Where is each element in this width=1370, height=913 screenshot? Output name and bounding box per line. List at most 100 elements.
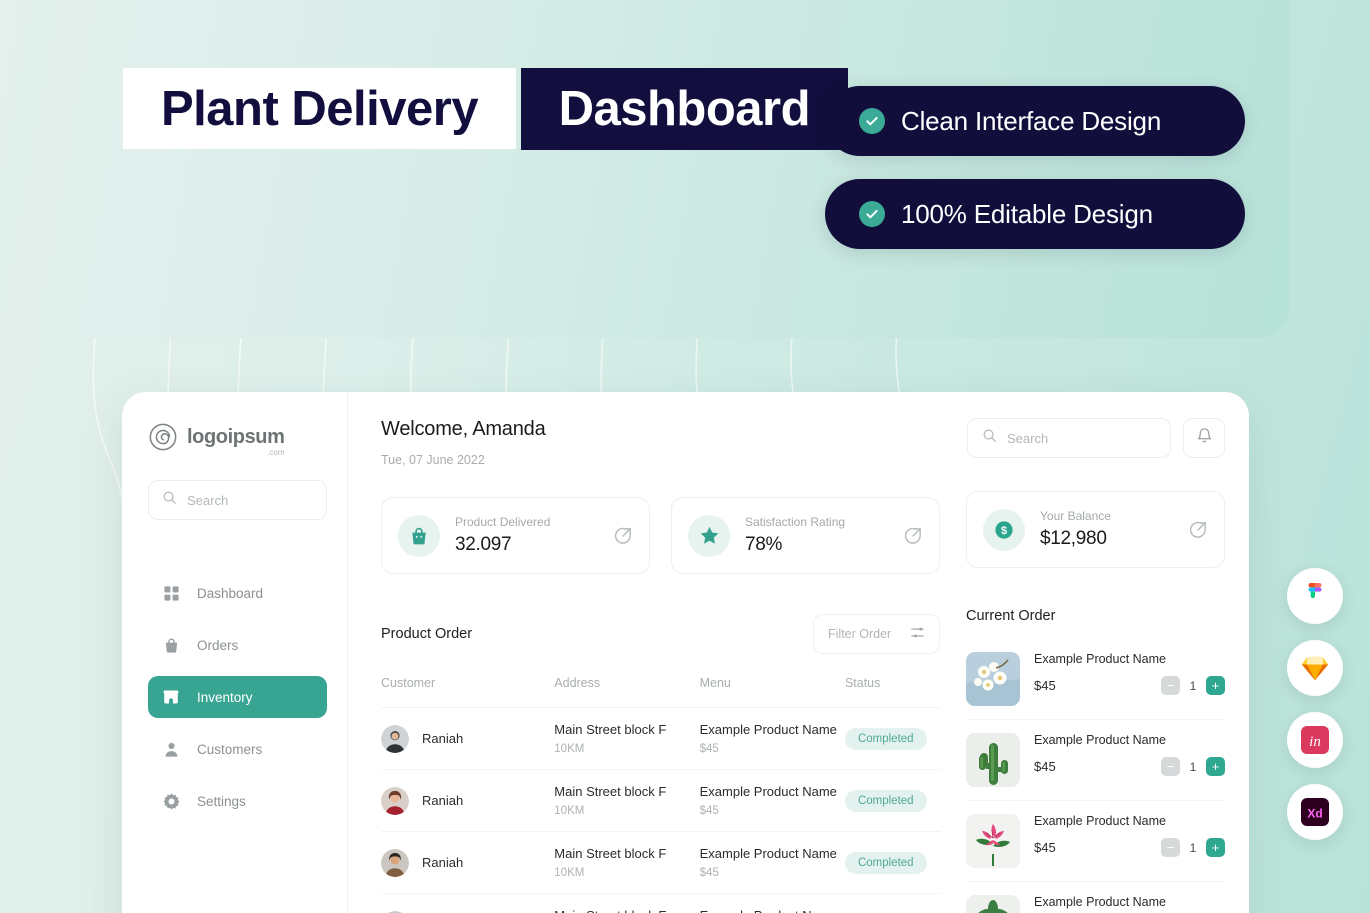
list-item[interactable]: Example Product Name $45 − 1 +: [966, 882, 1225, 913]
store-icon: [162, 688, 180, 706]
check-circle-icon: [859, 201, 885, 227]
sidebar-item-label: Orders: [197, 637, 239, 653]
main-content: Welcome, Amanda Tue, 07 June 2022 Produc…: [348, 392, 1249, 913]
cell-address: Main Street block F 10KM: [554, 769, 700, 832]
sidebar-search-input[interactable]: [187, 492, 313, 508]
price-and-stepper-row: $45 − 1 +: [1034, 838, 1225, 857]
current-order-item-body: Example Product Name $45 − 1 +: [1034, 652, 1225, 706]
header-search[interactable]: [967, 418, 1171, 458]
sidebar-item-inventory[interactable]: Inventory: [148, 676, 327, 718]
cell-customer: Raniah: [381, 893, 555, 913]
invision-icon[interactable]: in: [1287, 712, 1343, 768]
menu-price: $45: [699, 743, 719, 755]
avatar: [381, 786, 409, 815]
column-header-address: Address: [554, 676, 601, 690]
sidebar-item-dashboard[interactable]: Dashboard: [148, 572, 327, 614]
current-order-list: Example Product Name $45 − 1 + Example P…: [966, 639, 1225, 913]
cell-menu: Example Product Name $45: [699, 707, 845, 770]
current-order-item-body: Example Product Name $45 − 1 +: [1034, 733, 1225, 787]
stat-card-value: 32.097: [455, 534, 512, 555]
sidebar-item-label: Settings: [197, 793, 246, 809]
increase-quantity-button[interactable]: +: [1206, 838, 1225, 857]
figma-icon[interactable]: [1287, 568, 1343, 624]
table-row[interactable]: Raniah Main Street block F 10KM Example …: [381, 893, 940, 913]
external-link-arrow-icon[interactable]: [613, 526, 633, 546]
cell-customer: Raniah: [381, 707, 555, 770]
app-logo-text: logoipsum .com: [187, 426, 285, 457]
table-row[interactable]: Raniah Main Street block F 10KM Example …: [381, 769, 940, 832]
decrease-quantity-button[interactable]: −: [1161, 757, 1180, 776]
product-price: $45: [1034, 759, 1056, 774]
increase-quantity-button[interactable]: +: [1206, 676, 1225, 695]
cell-status: Completed: [844, 769, 940, 832]
hero-title-line1-box: Plant Delivery: [123, 68, 517, 150]
product-name: Example Product Name: [1034, 652, 1167, 666]
list-item[interactable]: Example Product Name $45 − 1 +: [966, 801, 1225, 882]
customer-cell: Raniah: [381, 848, 554, 877]
decrease-quantity-button[interactable]: −: [1161, 838, 1180, 857]
header-bar: Welcome, Amanda Tue, 07 June 2022: [381, 418, 940, 467]
design-tool-icons: in Xd: [1287, 568, 1343, 840]
product-thumbnail-cactus: [966, 733, 1020, 787]
external-link-arrow-icon[interactable]: [903, 526, 923, 546]
sketch-icon[interactable]: [1287, 640, 1343, 696]
sidebar: logoipsum .com Dashboard Orders: [122, 392, 348, 913]
product-order-table: Customer Address Menu Status Raniah Main…: [381, 676, 940, 913]
decrease-quantity-button[interactable]: −: [1161, 676, 1180, 695]
cell-menu: Example Product Name $45: [699, 893, 845, 913]
increase-quantity-button[interactable]: +: [1206, 757, 1225, 776]
cell-customer: Raniah: [381, 769, 555, 832]
stat-card-your-balance: $ Your Balance $12,980: [966, 491, 1225, 568]
sidebar-search[interactable]: [148, 480, 327, 520]
filter-order-label: Filter Order: [828, 627, 892, 641]
stat-card-body: Your Balance $12,980: [1040, 509, 1173, 550]
header-search-input[interactable]: [1007, 430, 1156, 446]
sidebar-item-label: Customers: [197, 741, 263, 757]
sidebar-nav: Dashboard Orders Inventory Customers Set…: [148, 572, 327, 822]
hero-feature-badges: Clean Interface Design 100% Editable Des…: [825, 86, 1245, 249]
star-icon: [688, 514, 730, 557]
status-badge: Completed: [844, 789, 927, 812]
quantity-value: 1: [1189, 840, 1197, 855]
stat-card-label: Satisfaction Rating: [745, 515, 846, 529]
cell-address: Main Street block F 10KM: [554, 831, 700, 894]
address-text: Main Street block F: [554, 908, 699, 913]
app-logo-suffix: .com: [267, 447, 285, 457]
stat-card-balance-wrapper: $ Your Balance $12,980: [966, 491, 1225, 568]
product-order-header: Product Order Filter Order: [381, 614, 940, 654]
logoipsum-spiral-icon: [148, 422, 178, 452]
list-item[interactable]: Example Product Name $45 − 1 +: [966, 720, 1225, 801]
product-order-title: Product Order: [381, 626, 473, 642]
table-body: Raniah Main Street block F 10KM Example …: [381, 707, 940, 913]
address-distance: 10KM: [554, 743, 585, 755]
main-left-column: Welcome, Amanda Tue, 07 June 2022 Produc…: [381, 418, 966, 913]
external-link-arrow-icon[interactable]: [1188, 520, 1208, 540]
current-order-item-body: Example Product Name $45 − 1 +: [1034, 895, 1225, 913]
adobe-xd-icon[interactable]: Xd: [1287, 784, 1343, 840]
gear-icon: [162, 792, 180, 810]
dollar-icon: $: [983, 508, 1025, 551]
table-row[interactable]: Raniah Main Street block F 10KM Example …: [381, 831, 940, 894]
quantity-stepper: − 1 +: [1161, 757, 1225, 776]
address-text: Main Street block F: [554, 846, 667, 861]
filter-order-button[interactable]: Filter Order: [813, 614, 940, 654]
menu-name: Example Product Name: [700, 908, 845, 913]
sidebar-item-settings[interactable]: Settings: [148, 780, 327, 822]
search-icon: [162, 490, 177, 510]
price-and-stepper-row: $45 − 1 +: [1034, 757, 1225, 776]
menu-price: $45: [699, 867, 719, 879]
table-row[interactable]: Raniah Main Street block F 10KM Example …: [381, 707, 940, 770]
sidebar-item-orders[interactable]: Orders: [148, 624, 327, 666]
cell-address: Main Street block F 10KM: [554, 707, 700, 770]
header-actions: [967, 418, 1225, 458]
cell-status: Completed: [844, 831, 940, 894]
bag-icon: [162, 636, 180, 654]
customer-cell: Raniah: [381, 786, 554, 815]
product-name: Example Product Name: [1034, 814, 1167, 828]
list-item[interactable]: Example Product Name $45 − 1 +: [966, 639, 1225, 720]
product-price: $45: [1034, 840, 1056, 855]
current-order-title: Current Order: [966, 608, 1056, 624]
notifications-button[interactable]: [1183, 418, 1225, 458]
hero-title-line1: Plant Delivery: [161, 82, 479, 136]
sidebar-item-customers[interactable]: Customers: [148, 728, 327, 770]
